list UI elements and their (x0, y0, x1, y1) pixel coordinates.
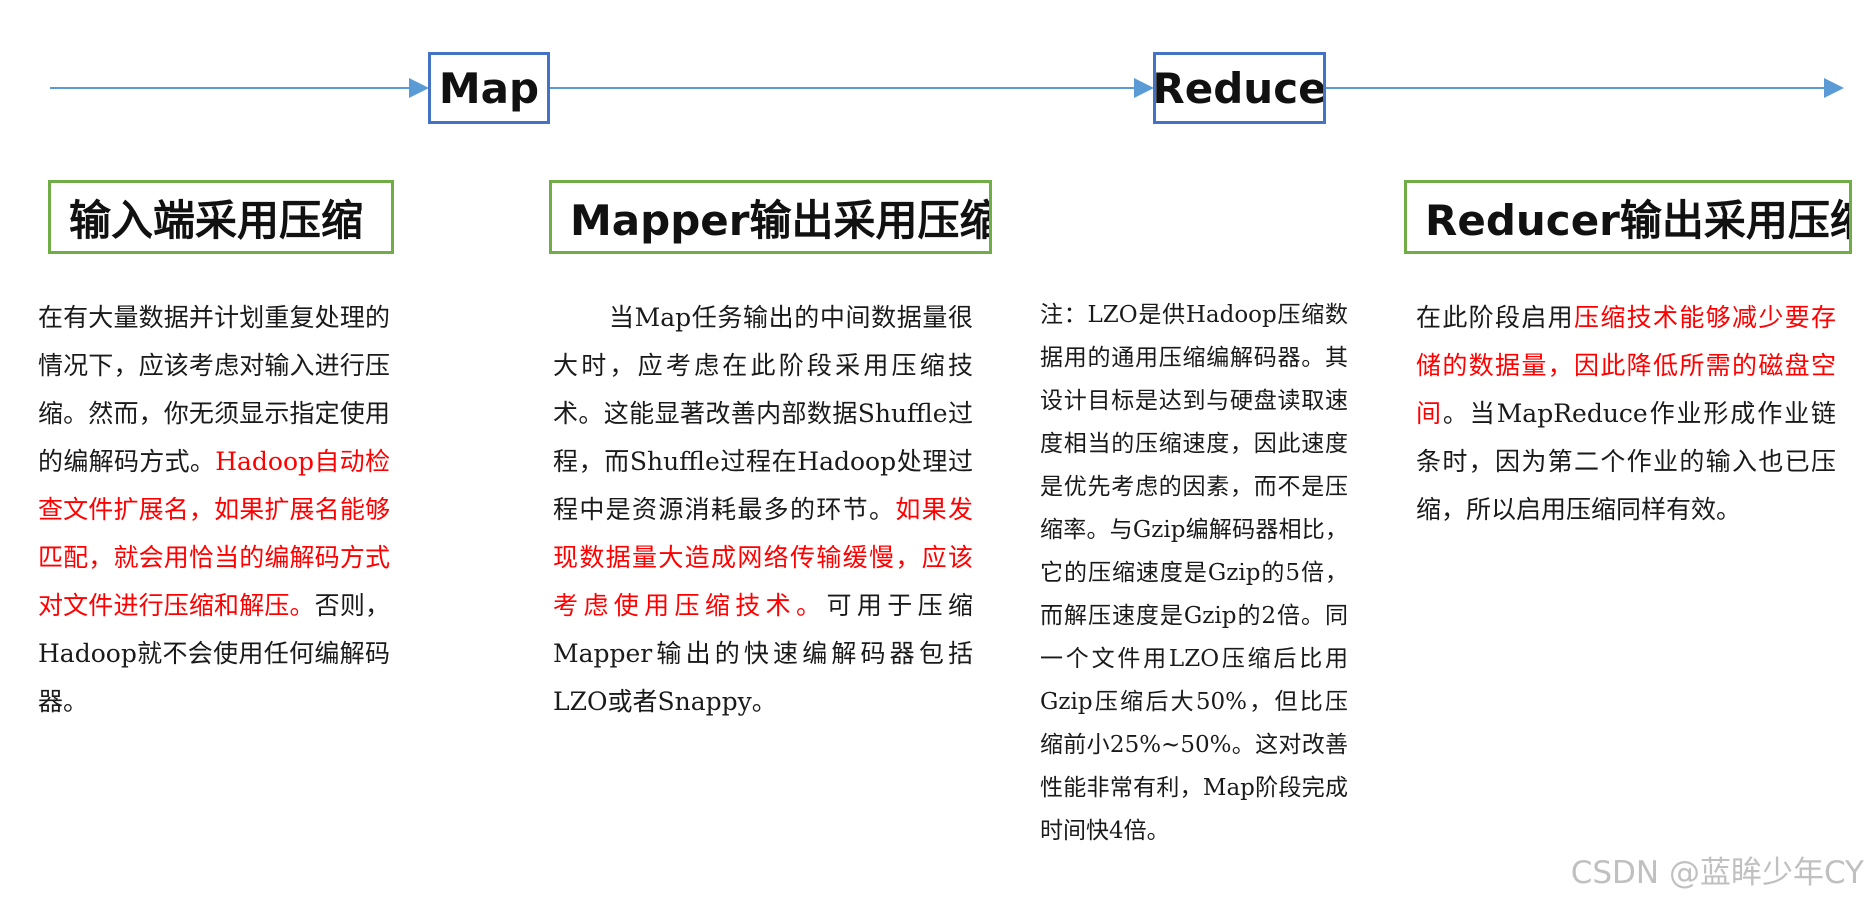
input-description: 在有大量数据并计划重复处理的情况下，应该考虑对输入进行压缩。然而，你无须显示指定… (38, 294, 390, 726)
input-compression-header: 输入端采用压缩 (48, 180, 394, 254)
reducer-output-compression-header: Reducer输出采用压缩 (1404, 180, 1852, 254)
reducer-text-plain-2: 。当MapReduce作业形成作业链条时，因为第二个作业的输入也已压缩，所以启用… (1416, 399, 1836, 524)
reduce-stage-box: Reduce (1153, 52, 1326, 124)
mapper-output-compression-header: Mapper输出采用压缩 (549, 180, 992, 254)
csdn-watermark: CSDN @蓝眸少年CY (1570, 855, 1864, 891)
map-stage-box: Map (428, 52, 550, 124)
reducer-description: 在此阶段启用压缩技术能够减少要存储的数据量，因此降低所需的磁盘空间。当MapRe… (1416, 294, 1836, 534)
mapper-text-plain-1: 当Map任务输出的中间数据量很大时，应考虑在此阶段采用压缩技术。这能显著改善内部… (553, 303, 973, 524)
lzo-note: 注：LZO是供Hadoop压缩数据用的通用压缩编解码器。其设计目标是达到与硬盘读… (1040, 302, 1348, 844)
reducer-text-plain-1: 在此阶段启用 (1416, 303, 1574, 332)
flow-arrows (50, 78, 1844, 98)
mapper-description: 当Map任务输出的中间数据量很大时，应考虑在此阶段采用压缩技术。这能显著改善内部… (553, 294, 973, 726)
